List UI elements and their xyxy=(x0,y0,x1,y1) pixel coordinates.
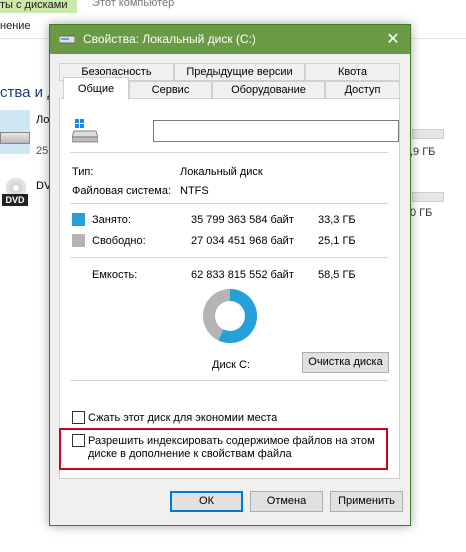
dialog-title: Свойства: Локальный диск (C:) xyxy=(83,32,256,46)
fs-value: NTFS xyxy=(180,185,209,197)
bg-drive-tools-tab[interactable]: ты с дисками xyxy=(0,0,77,13)
separator xyxy=(70,380,388,381)
bg-drive-c-free: ,9 ГБ xyxy=(410,146,436,158)
used-gb: 33,3 ГБ xyxy=(318,214,356,226)
apply-button[interactable]: Применить xyxy=(330,491,403,512)
index-option-highlight xyxy=(59,428,388,470)
ok-button[interactable]: ОК xyxy=(170,491,243,512)
volume-name-input[interactable] xyxy=(153,120,399,142)
bg-dvd-bar xyxy=(412,192,444,202)
used-label: Занято: xyxy=(92,214,131,226)
free-gb: 25,1 ГБ xyxy=(318,235,356,247)
tab-sharing[interactable]: Доступ xyxy=(325,81,400,99)
bg-drive-c-icon[interactable] xyxy=(0,110,30,154)
properties-dialog: Свойства: Локальный диск (C:) ✕ Безопасн… xyxy=(49,24,411,526)
bg-dvd-free: 0 ГБ xyxy=(410,207,433,219)
disk-cleanup-button[interactable]: Очистка диска xyxy=(302,352,389,373)
fs-label: Файловая система: xyxy=(72,185,172,197)
general-tab-panel: Тип: Локальный диск Файловая система: NT… xyxy=(59,98,400,479)
bg-drive-c-label: Ло xyxy=(36,114,50,126)
separator xyxy=(70,257,388,258)
drive-icon xyxy=(59,35,75,44)
type-label: Тип: xyxy=(72,166,94,178)
free-label: Свободно: xyxy=(92,235,146,247)
tab-hardware[interactable]: Оборудование xyxy=(212,81,325,99)
tab-general[interactable]: Общие xyxy=(63,77,129,100)
used-color-swatch xyxy=(72,213,85,226)
disk-usage-donut xyxy=(203,289,257,343)
bg-section-header: ства и д xyxy=(0,84,56,101)
cancel-button[interactable]: Отмена xyxy=(250,491,323,512)
bg-drive-c-bar xyxy=(412,129,444,139)
compress-checkbox[interactable] xyxy=(72,411,85,424)
compress-label[interactable]: Сжать этот диск для экономии места xyxy=(88,412,277,424)
bg-drive-c-sub: 25 xyxy=(36,145,49,157)
tab-tools[interactable]: Сервис xyxy=(129,81,212,99)
used-bytes: 35 799 363 584 байт xyxy=(191,214,294,226)
type-value: Локальный диск xyxy=(180,166,263,178)
bg-ribbon-item[interactable]: нение xyxy=(0,20,31,32)
separator xyxy=(70,203,388,204)
dialog-titlebar[interactable]: Свойства: Локальный диск (C:) ✕ xyxy=(50,25,410,54)
capacity-gb: 58,5 ГБ xyxy=(318,269,356,281)
bg-window-title: Этот компьютер xyxy=(92,0,175,9)
capacity-bytes: 62 833 815 552 байт xyxy=(191,269,294,281)
bg-dvd-icon[interactable]: DVD xyxy=(2,178,28,208)
separator xyxy=(70,152,388,153)
dvd-badge: DVD xyxy=(2,194,28,206)
free-bytes: 27 034 451 968 байт xyxy=(191,235,294,247)
drive-caption: Диск C: xyxy=(212,359,250,371)
close-icon[interactable]: ✕ xyxy=(376,25,410,54)
free-color-swatch xyxy=(72,234,85,247)
tab-quota[interactable]: Квота xyxy=(305,63,400,81)
tab-previous-versions[interactable]: Предыдущие версии xyxy=(174,63,305,81)
windows-drive-icon xyxy=(72,119,98,143)
capacity-label: Емкость: xyxy=(92,269,138,281)
